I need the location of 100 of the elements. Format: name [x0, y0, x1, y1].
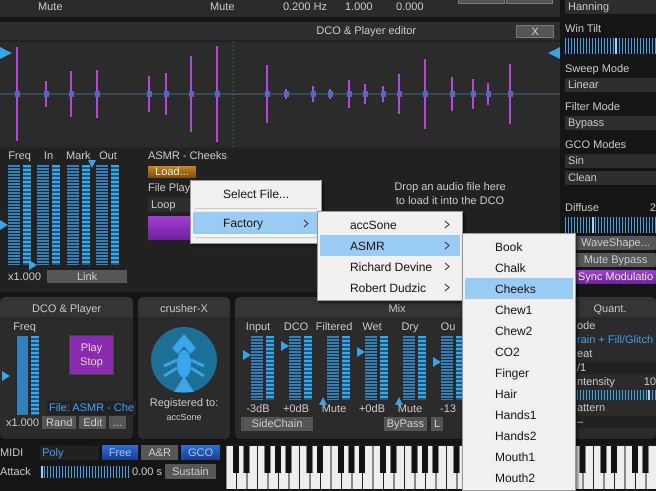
- midi-label: MIDI: [0, 446, 24, 458]
- menu-item[interactable]: ASMR: [320, 235, 460, 256]
- fader-handle[interactable]: [318, 395, 326, 405]
- menu-item[interactable]: CO2: [465, 341, 573, 362]
- side-button[interactable]: Sync Modulatio: [575, 270, 656, 284]
- quant-field[interactable]: –: [577, 416, 656, 428]
- drop-hint: Drop an audio file here to load it into the DCO: [393, 180, 507, 208]
- level-meter: [304, 336, 312, 400]
- filter-mode-field[interactable]: Bypass: [565, 116, 656, 130]
- attack-label: Attack: [0, 466, 32, 478]
- panel-title: Quant.: [593, 302, 627, 314]
- gco-mode-field[interactable]: Clean: [565, 171, 656, 185]
- fader-handle[interactable]: [280, 340, 288, 351]
- multiplier-value: x1.000: [8, 270, 42, 282]
- slider-thumb[interactable]: [592, 217, 594, 233]
- menu-item[interactable]: Chalk: [465, 257, 573, 278]
- menu-item[interactable]: Robert Dudzic: [320, 277, 460, 298]
- voice-mode-field[interactable]: Poly: [40, 446, 99, 460]
- fader-reading: +0dB: [359, 403, 385, 415]
- filter-mode-label: Filter Mode: [565, 101, 622, 113]
- play-stop-button[interactable]: Play Stop: [68, 335, 114, 375]
- menu-item[interactable]: Mouth1: [465, 446, 573, 467]
- player-button[interactable]: Edit: [79, 416, 106, 429]
- file-play-label: File Play: [148, 182, 190, 194]
- menu-item[interactable]: Hands1: [465, 404, 573, 425]
- win-tilt-label: Win Tilt: [565, 23, 602, 35]
- multiplier-value: x1.000: [6, 416, 40, 428]
- panel-title: DCO & Player: [32, 302, 102, 314]
- mode-toggle[interactable]: A&R: [141, 445, 178, 460]
- fader-label: Out: [99, 150, 117, 162]
- fader-reading: -3dB: [246, 403, 270, 415]
- mix-button[interactable]: L: [431, 417, 444, 431]
- load-button[interactable]: Load...: [148, 166, 196, 178]
- menu-item[interactable]: Book: [465, 236, 573, 257]
- fader-handle[interactable]: [356, 347, 364, 357]
- fader-handle[interactable]: [2, 370, 10, 380]
- mix-button[interactable]: ByPass: [384, 417, 427, 431]
- menu-item[interactable]: Chew2: [465, 320, 573, 341]
- fader-label: Dry: [401, 321, 419, 333]
- player-button[interactable]: ...: [109, 416, 126, 429]
- menu-item[interactable]: accSone: [320, 214, 460, 235]
- player-button[interactable]: Rand: [42, 416, 76, 429]
- mode-toggle[interactable]: GCO: [180, 445, 220, 460]
- menu-item[interactable]: Cheeks: [465, 278, 573, 299]
- sweep-mode-label: Sweep Mode: [565, 63, 630, 75]
- fader-handle[interactable]: [29, 260, 37, 270]
- level-meter: [342, 336, 350, 400]
- fader-label: Freq: [13, 321, 36, 333]
- diffuse-label: Diffuse: [565, 202, 600, 214]
- level-meter: [418, 336, 426, 400]
- fader-handle[interactable]: [394, 395, 402, 405]
- registered-label: Registered to:: [150, 397, 218, 409]
- parameter-value: 0.000: [396, 1, 424, 13]
- menu-item[interactable]: Hair: [465, 383, 573, 404]
- gco-mode-field[interactable]: Sin: [565, 154, 656, 168]
- panel-title: Mix: [388, 302, 406, 314]
- quant-field[interactable]: /1: [577, 362, 656, 374]
- fader-label: Ou: [440, 321, 456, 333]
- sample-name: ASMR - Cheeks: [148, 150, 227, 162]
- slider-thumb[interactable]: [648, 390, 650, 400]
- side-button[interactable]: Mute Bypass: [575, 253, 656, 267]
- menu-item[interactable]: Mouth2: [465, 467, 573, 488]
- parameter-value: 1.000: [345, 1, 373, 13]
- mix-button[interactable]: SideChain: [241, 417, 313, 431]
- menu-item[interactable]: Factory: [193, 212, 319, 234]
- sustain-button[interactable]: Sustain: [164, 464, 216, 479]
- sweep-mode-field[interactable]: Linear: [565, 78, 656, 92]
- gco-modes-label: GCO Modes: [565, 139, 628, 151]
- fader-reading: +0dB: [283, 403, 309, 415]
- fader-label: Mark: [66, 150, 90, 162]
- slider-thumb[interactable]: [615, 38, 618, 54]
- parameter-value: Mute: [38, 1, 62, 13]
- fader-handle[interactable]: [242, 350, 250, 360]
- link-button[interactable]: Link: [47, 270, 128, 283]
- mode-toggle[interactable]: Free: [102, 445, 138, 460]
- panel-title: DCO & Player editor: [316, 25, 416, 37]
- file-name: File: ASMR - Che: [47, 401, 136, 415]
- fader-handle[interactable]: [88, 160, 96, 170]
- end-marker-icon[interactable]: [548, 47, 560, 59]
- quant-label: attern: [577, 402, 606, 414]
- quant-label: eat: [577, 348, 592, 360]
- fader-reading: -13: [440, 403, 456, 415]
- fader-label: Input: [246, 321, 270, 333]
- window-field[interactable]: Hanning: [565, 0, 656, 14]
- menu-item[interactable]: Chew1: [465, 299, 573, 320]
- side-button[interactable]: WaveShape...: [575, 236, 656, 250]
- menu-item[interactable]: Finger: [465, 362, 573, 383]
- menu-item[interactable]: Richard Devine: [320, 256, 460, 277]
- fader-label: Filtered: [316, 321, 352, 333]
- fader-label: In: [44, 150, 54, 162]
- fader-handle[interactable]: [0, 220, 8, 230]
- menu-item[interactable]: Hands2: [465, 425, 573, 446]
- start-marker-icon[interactable]: [0, 47, 12, 59]
- fader-handle[interactable]: [432, 356, 440, 367]
- close-button[interactable]: X: [516, 24, 554, 38]
- fader-label: DCO: [284, 321, 308, 333]
- diffuse-slider[interactable]: [565, 217, 656, 233]
- quant-mode-field[interactable]: rain + Fill/Glitch: [577, 334, 656, 346]
- level-meter: [380, 336, 388, 400]
- menu-item[interactable]: Select File...: [193, 183, 319, 205]
